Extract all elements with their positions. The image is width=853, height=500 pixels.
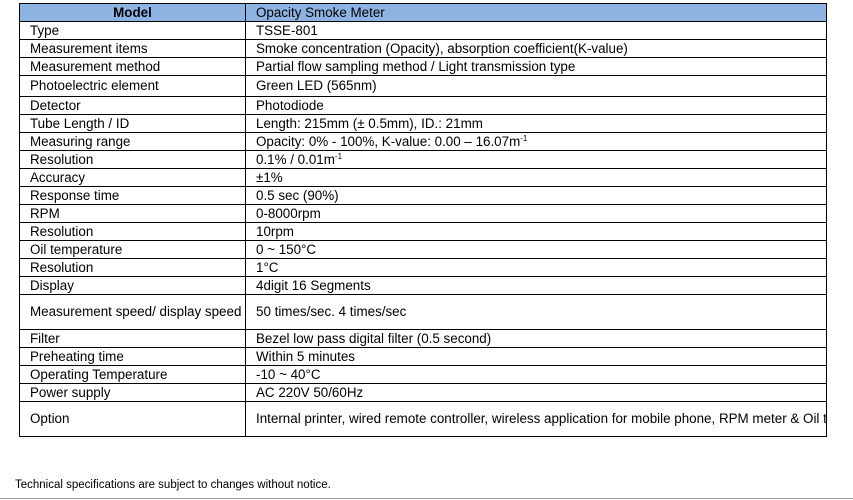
footer-note: Technical specifications are subject to … — [15, 479, 331, 491]
row-value: Green LED (565nm) — [245, 75, 827, 97]
header-row: Model Opacity Smoke Meter — [19, 3, 827, 22]
table-row: Detector Photodiode — [19, 96, 827, 115]
row-value: 50 times/sec. 4 times/sec — [245, 294, 827, 330]
table-row: Measurement speed/ display speed 50 time… — [19, 294, 827, 330]
row-value-text: 0.1% / 0.01m — [256, 151, 335, 167]
row-value-text: Opacity: 0% - 100%, K-value: 0.00 – 16.0… — [256, 133, 521, 149]
table-row: Measuring range Opacity: 0% - 100%, K-va… — [19, 132, 827, 151]
row-value: TSSE-801 — [245, 21, 827, 40]
row-value-superscript: -1 — [520, 133, 528, 143]
row-value: 4digit 16 Segments — [245, 276, 827, 295]
table-row: Measurement items Smoke concentration (O… — [19, 39, 827, 58]
row-value: 0 ~ 150°C — [245, 240, 827, 259]
table-row: Option Internal printer, wired remote co… — [19, 401, 827, 437]
row-label: Type — [19, 21, 246, 40]
row-label: Response time — [19, 186, 246, 205]
row-label: Operating Temperature — [19, 365, 246, 384]
row-value: Photodiode — [245, 96, 827, 115]
table-row: Type TSSE-801 — [19, 21, 827, 40]
row-value: 0.5 sec (90%) — [245, 186, 827, 205]
table-row: Display 4digit 16 Segments — [19, 276, 827, 295]
row-value: AC 220V 50/60Hz — [245, 383, 827, 402]
table-row: Photoelectric element Green LED (565nm) — [19, 75, 827, 97]
row-value-superscript: -1 — [334, 151, 343, 161]
row-label: Oil temperature — [19, 240, 246, 259]
table-row: Operating Temperature -10 ~ 40°C — [19, 365, 827, 384]
table-row: Response time 0.5 sec (90%) — [19, 186, 827, 205]
row-value: 10rpm — [245, 222, 827, 241]
row-label: Measuring range — [19, 132, 246, 151]
row-label: Tube Length / ID — [19, 114, 246, 133]
row-label: Option — [19, 401, 246, 437]
row-value: Bezel low pass digital filter (0.5 secon… — [245, 329, 827, 348]
row-value: Smoke concentration (Opacity), absorptio… — [245, 39, 827, 58]
row-label: Preheating time — [19, 347, 246, 366]
table-row: Resolution 0.1% / 0.01m-1 — [19, 150, 827, 169]
row-value: Internal printer, wired remote controlle… — [245, 401, 827, 437]
table-row: Preheating time Within 5 minutes — [19, 347, 827, 366]
table-row: Measurement method Partial flow sampling… — [19, 57, 827, 76]
row-label: Photoelectric element — [19, 75, 246, 97]
row-value: -10 ~ 40°C — [245, 365, 827, 384]
table-row: Filter Bezel low pass digital filter (0.… — [19, 329, 827, 348]
row-label: Detector — [19, 96, 246, 115]
row-value: 0-8000rpm — [245, 204, 827, 223]
header-model-label: Model — [19, 3, 246, 22]
table-row: Accuracy ±1% — [19, 168, 827, 187]
row-label: Resolution — [19, 222, 246, 241]
row-label: Filter — [19, 329, 246, 348]
table-row: RPM 0-8000rpm — [19, 204, 827, 223]
row-label: Display — [19, 276, 246, 295]
row-label: Measurement items — [19, 39, 246, 58]
row-value: Partial flow sampling method / Light tra… — [245, 57, 827, 76]
row-label: Measurement speed/ display speed — [19, 294, 246, 330]
row-value: Within 5 minutes — [245, 347, 827, 366]
row-label: Measurement method — [19, 57, 246, 76]
row-value: Opacity: 0% - 100%, K-value: 0.00 – 16.0… — [245, 132, 827, 151]
header-model-value: Opacity Smoke Meter — [245, 3, 827, 22]
table-row: Resolution 10rpm — [19, 222, 827, 241]
table-row: Tube Length / ID Length: 215mm (± 0.5mm)… — [19, 114, 827, 133]
divider — [0, 498, 853, 499]
table-row: Power supply AC 220V 50/60Hz — [19, 383, 827, 402]
row-value: 0.1% / 0.01m-1 — [245, 150, 827, 169]
row-label: Accuracy — [19, 168, 246, 187]
row-label: RPM — [19, 204, 246, 223]
spec-table: Model Opacity Smoke Meter Type TSSE-801 … — [19, 3, 827, 437]
row-value: ±1% — [245, 168, 827, 187]
row-value: Length: 215mm (± 0.5mm), ID.: 21mm — [245, 114, 827, 133]
table-row: Resolution 1°C — [19, 258, 827, 277]
row-label: Resolution — [19, 150, 246, 169]
row-label: Resolution — [19, 258, 246, 277]
table-row: Oil temperature 0 ~ 150°C — [19, 240, 827, 259]
row-label: Power supply — [19, 383, 246, 402]
row-value: 1°C — [245, 258, 827, 277]
